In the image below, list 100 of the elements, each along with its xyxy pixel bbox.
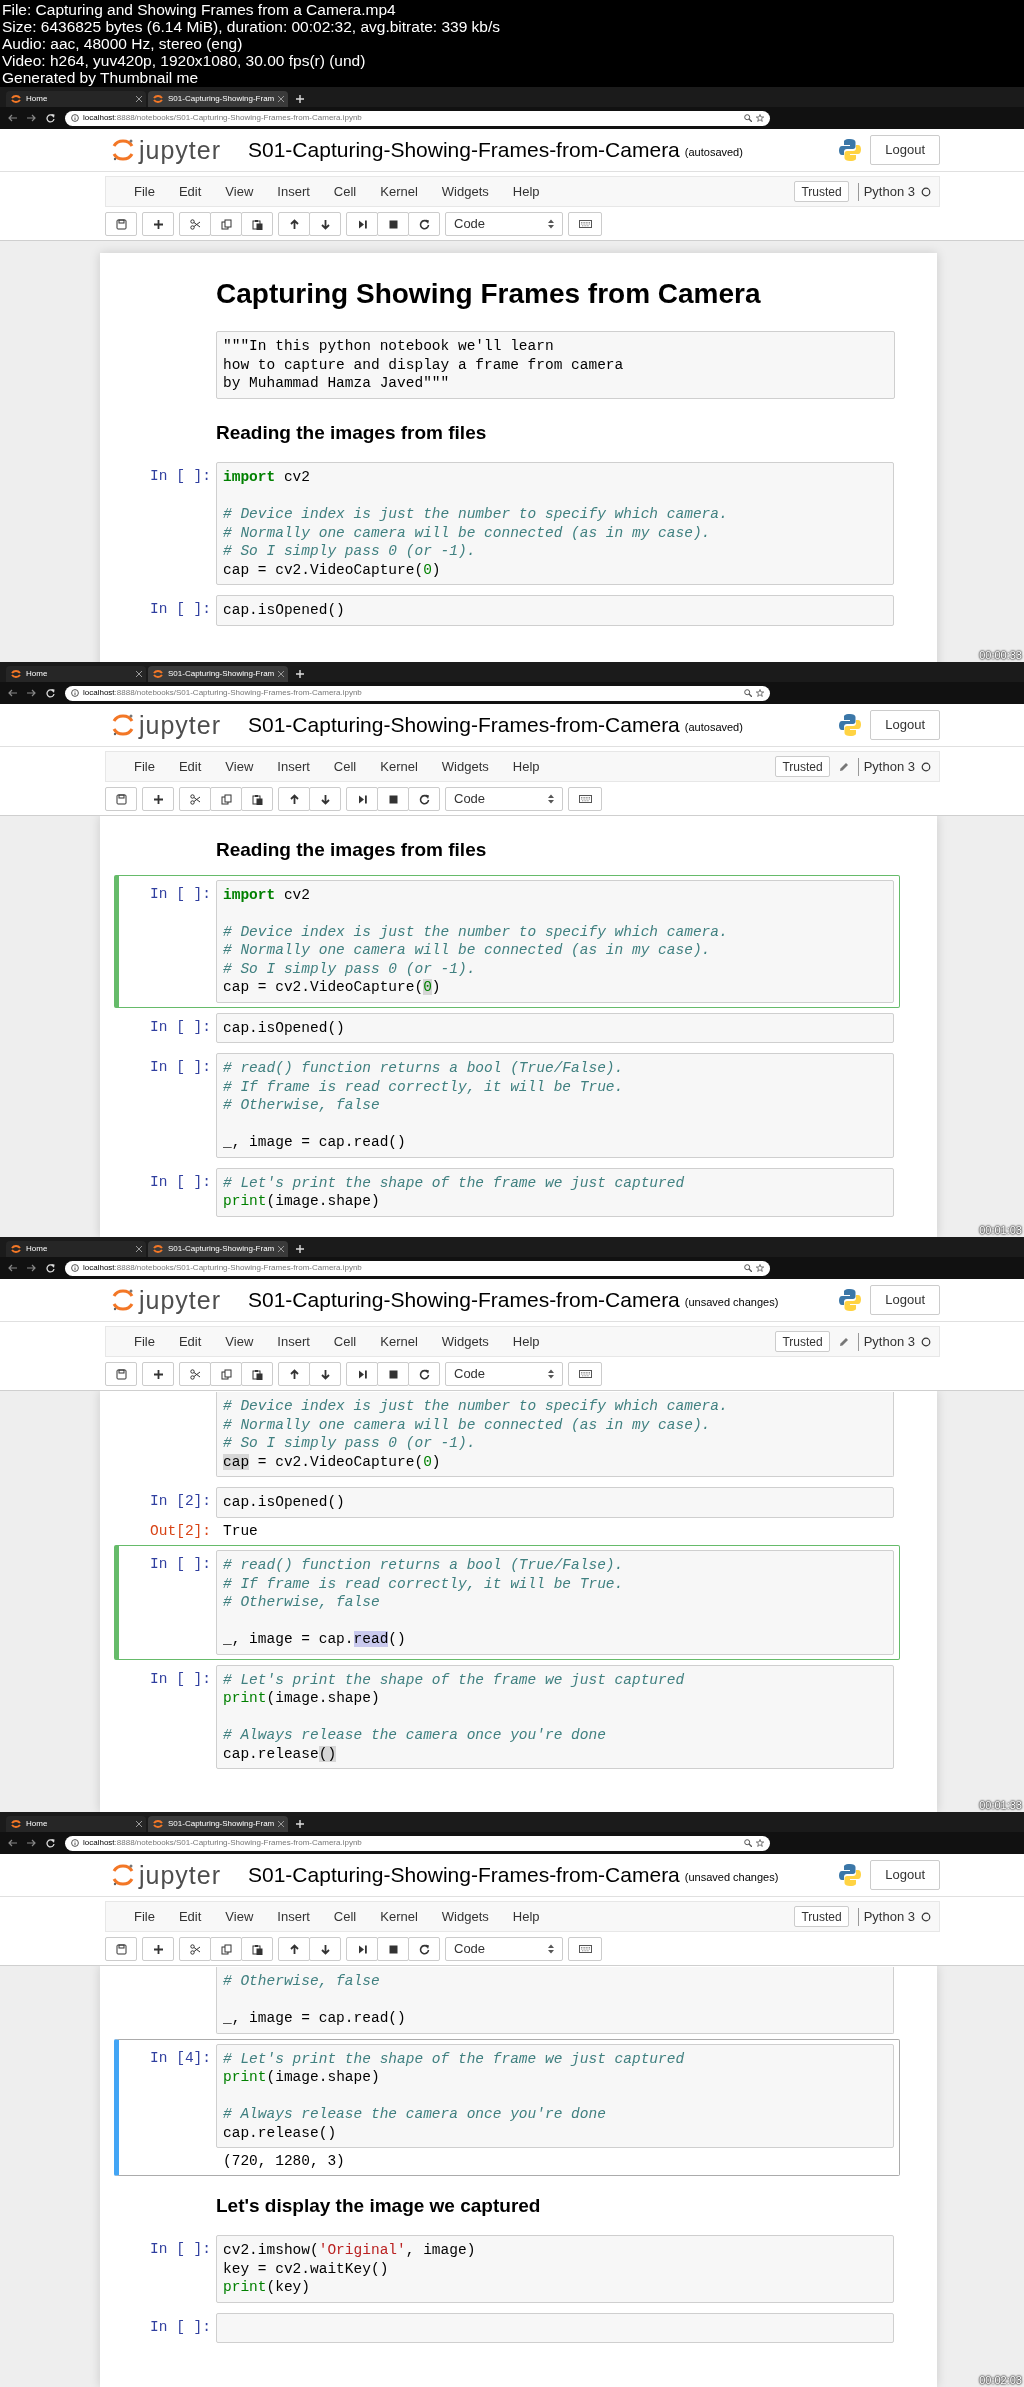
code-cell-input[interactable]: # read() function returns a bool (True/False). # If frame is read correctly, it will be True. # Otherwise, false _, image = cap.read(): [216, 1550, 894, 1655]
browser-tab[interactable]: Home: [6, 91, 146, 107]
toolbar-button[interactable]: [142, 1937, 174, 1961]
notebook-name[interactable]: S01-Capturing-Showing-Frames-from-Camera: [248, 1284, 680, 1316]
menu-item[interactable]: Edit: [166, 1906, 214, 1927]
toolbar-button[interactable]: [278, 1362, 310, 1386]
toolbar-button[interactable]: [377, 1362, 409, 1386]
menu-item[interactable]: Widgets: [429, 1331, 501, 1352]
menu-item[interactable]: View: [213, 756, 266, 777]
cell-type-dropdown[interactable]: Code: [445, 212, 563, 236]
forward-icon[interactable]: [27, 114, 36, 122]
menu-item[interactable]: Insert: [265, 1906, 322, 1927]
menu-item[interactable]: Cell: [321, 1906, 369, 1927]
address-bar[interactable]: localhost:8888/notebooks/S01-Capturing-Showing-Frames-from-Camera.ipynb: [65, 1260, 770, 1276]
raw-cell[interactable]: """In this python notebook we'll learn how to capture and display a frame from camera by Muhammad Hamza Javed""": [216, 331, 895, 399]
logout-button[interactable]: Logout: [870, 1860, 940, 1890]
browser-tab[interactable]: Home: [6, 1816, 146, 1832]
reload-icon[interactable]: [46, 1838, 55, 1848]
trusted-button[interactable]: Trusted: [794, 1906, 849, 1927]
toolbar-button[interactable]: [241, 212, 273, 236]
toolbar-button[interactable]: [278, 1937, 310, 1961]
back-icon[interactable]: [8, 1264, 17, 1272]
toolbar-button[interactable]: [105, 787, 137, 811]
star-icon[interactable]: [756, 1264, 764, 1272]
toolbar-button[interactable]: [105, 1937, 137, 1961]
toolbar-button[interactable]: [377, 212, 409, 236]
code-cell-input[interactable]: cap.isOpened(): [216, 595, 894, 626]
toolbar-button[interactable]: [568, 212, 602, 236]
code-cell-input[interactable]: # Device index is just the number to specify which camera. # Normally one camera will be connected (as in my case). # So I simply pass 0 (or -1). cap = cv2.VideoCapture(0): [216, 1392, 894, 1477]
close-icon[interactable]: [136, 1821, 142, 1827]
toolbar-button[interactable]: [408, 1362, 440, 1386]
code-cell-input[interactable]: cap.isOpened(): [216, 1487, 894, 1518]
toolbar-button[interactable]: [309, 212, 341, 236]
cell-type-dropdown[interactable]: Code: [445, 787, 563, 811]
code-cell-input[interactable]: # Otherwise, false _, image = cap.read(): [216, 1967, 894, 2034]
menu-item[interactable]: Help: [500, 181, 552, 202]
menu-item[interactable]: Edit: [166, 756, 214, 777]
menu-item[interactable]: Help: [500, 756, 552, 777]
code-cell-input[interactable]: [216, 2312, 894, 2343]
close-icon[interactable]: [136, 1246, 142, 1252]
menu-item[interactable]: File: [122, 181, 167, 202]
close-icon[interactable]: [278, 1821, 285, 1827]
code-cell-input[interactable]: import cv2 # Device index is just the number to specify which camera. # Normally one camera will be connected (as in my case). # So I simply pass 0 (or -1). cap = cv2.VideoCapture(0): [216, 879, 894, 1003]
code-cell-input[interactable]: import cv2 # Device index is just the number to specify which camera. # Normally one camera will be connected (as in my case). # So I simply pass 0 (or -1). cap = cv2.VideoCapture(0): [216, 462, 894, 585]
toolbar-button[interactable]: [278, 787, 310, 811]
code-cell-input[interactable]: # Let's print the shape of the frame we just captured print(image.shape) # Always release the camera once you're done cap.release(): [216, 1664, 894, 1769]
code-cell-input[interactable]: cap.isOpened(): [216, 1012, 894, 1043]
code-cell-input[interactable]: cv2.imshow('Original', image) key = cv2.waitKey() print(key): [216, 2235, 894, 2303]
toolbar-button[interactable]: [408, 1937, 440, 1961]
toolbar-button[interactable]: [408, 212, 440, 236]
toolbar-button[interactable]: [568, 1937, 602, 1961]
logout-button[interactable]: Logout: [870, 135, 940, 165]
star-icon[interactable]: [756, 689, 764, 697]
toolbar-button[interactable]: [377, 1937, 409, 1961]
trusted-button[interactable]: Trusted: [775, 1331, 830, 1352]
toolbar-button[interactable]: [568, 787, 602, 811]
menu-item[interactable]: File: [122, 756, 167, 777]
zoom-icon[interactable]: [744, 114, 752, 122]
star-icon[interactable]: [756, 114, 764, 122]
menu-item[interactable]: View: [213, 1331, 266, 1352]
zoom-icon[interactable]: [744, 1839, 752, 1847]
reload-icon[interactable]: [46, 1263, 55, 1273]
menu-item[interactable]: Edit: [166, 181, 214, 202]
browser-tab[interactable]: S01-Capturing-Showing-Fram: [148, 1816, 288, 1832]
toolbar-button[interactable]: [278, 212, 310, 236]
menu-item[interactable]: Kernel: [368, 1906, 430, 1927]
address-bar[interactable]: localhost:8888/notebooks/S01-Capturing-Showing-Frames-from-Camera.ipynb: [65, 110, 770, 126]
reload-icon[interactable]: [46, 113, 55, 123]
menu-item[interactable]: File: [122, 1331, 167, 1352]
notebook-name[interactable]: S01-Capturing-Showing-Frames-from-Camera: [248, 709, 680, 741]
cell-type-dropdown[interactable]: Code: [445, 1362, 563, 1386]
browser-tab[interactable]: S01-Capturing-Showing-Fram: [148, 1241, 288, 1257]
trusted-button[interactable]: Trusted: [775, 756, 830, 777]
menu-item[interactable]: Insert: [265, 181, 322, 202]
menu-item[interactable]: Help: [500, 1906, 552, 1927]
menu-item[interactable]: Widgets: [429, 181, 501, 202]
zoom-icon[interactable]: [744, 1264, 752, 1272]
browser-tab[interactable]: S01-Capturing-Showing-Fram: [148, 666, 288, 682]
toolbar-button[interactable]: [309, 1362, 341, 1386]
new-tab-icon[interactable]: [296, 1245, 304, 1253]
menu-item[interactable]: Kernel: [368, 756, 430, 777]
toolbar-button[interactable]: [241, 787, 273, 811]
zoom-icon[interactable]: [744, 689, 752, 697]
new-tab-icon[interactable]: [296, 95, 304, 103]
cell-type-dropdown[interactable]: Code: [445, 1937, 563, 1961]
menu-item[interactable]: Insert: [265, 756, 322, 777]
address-bar[interactable]: localhost:8888/notebooks/S01-Capturing-Showing-Frames-from-Camera.ipynb: [65, 1835, 770, 1851]
toolbar-button[interactable]: [241, 1937, 273, 1961]
new-tab-icon[interactable]: [296, 1820, 304, 1828]
back-icon[interactable]: [8, 114, 17, 122]
code-cell-input[interactable]: # Let's print the shape of the frame we just captured print(image.shape): [216, 1167, 894, 1217]
browser-tab[interactable]: Home: [6, 666, 146, 682]
menu-item[interactable]: Edit: [166, 1331, 214, 1352]
new-tab-icon[interactable]: [296, 670, 304, 678]
forward-icon[interactable]: [27, 1264, 36, 1272]
forward-icon[interactable]: [27, 689, 36, 697]
menu-item[interactable]: Insert: [265, 1331, 322, 1352]
toolbar-button[interactable]: [346, 1362, 378, 1386]
code-cell-input[interactable]: # Let's print the shape of the frame we just captured print(image.shape) # Always release the camera once you're done cap.release(): [216, 2043, 894, 2148]
menu-item[interactable]: Widgets: [429, 1906, 501, 1927]
